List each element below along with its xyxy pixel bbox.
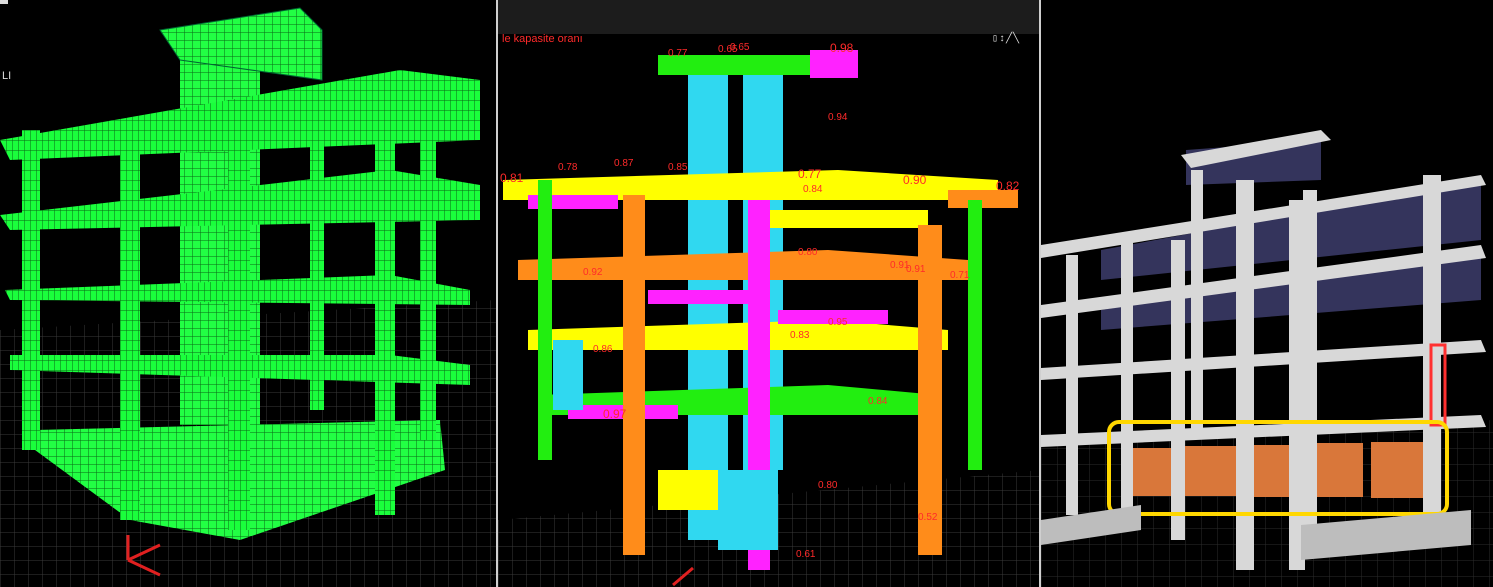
ratio-label: 0.71 bbox=[950, 270, 970, 281]
viewport-titlebar bbox=[498, 0, 1040, 34]
capacity-model-svg: 0.77 0.65 0.65 0.98 0.78 0.87 0.85 0.81 … bbox=[498, 41, 1040, 587]
ratio-label: 0.94 bbox=[828, 112, 848, 123]
ratio-label: 0.92 bbox=[583, 267, 603, 278]
ratio-label: 0.77 bbox=[668, 48, 688, 59]
ratio-label: 0.61 bbox=[796, 549, 816, 560]
right-viewport-render[interactable] bbox=[1041, 0, 1493, 587]
rendered-model-svg bbox=[1041, 130, 1493, 587]
ratio-label: 0.95 bbox=[828, 317, 848, 328]
ratio-label: 0.86 bbox=[593, 344, 613, 355]
ratio-label: 0.91 bbox=[906, 264, 926, 275]
ratio-label: 0.80 bbox=[798, 247, 818, 258]
ratio-label: 0.84 bbox=[803, 184, 823, 195]
core-wall-left bbox=[688, 70, 728, 540]
mesh-model-svg bbox=[0, 7, 496, 587]
view-controls-icons[interactable]: ▯↕╱╲ bbox=[992, 33, 1020, 45]
viewport-corner-label: LI bbox=[2, 70, 12, 82]
ratio-label: 0.80 bbox=[818, 480, 838, 491]
left-viewport-mesh[interactable]: LI bbox=[0, 0, 496, 587]
middle-viewport-capacity[interactable]: le kapasite oranı ▯↕╱╲ 0.77 0.65 0.65 0.… bbox=[498, 0, 1040, 587]
ratio-label: 0.78 bbox=[558, 162, 578, 173]
ratio-label: 0.90 bbox=[903, 173, 927, 187]
ratio-label: 0.84 bbox=[868, 396, 888, 407]
toolbar-fragment bbox=[0, 0, 8, 4]
capacity-ratio-mode-label: le kapasite oranı bbox=[502, 33, 583, 45]
ratio-label: 0.85 bbox=[668, 162, 688, 173]
ratio-label: 0.52 bbox=[918, 512, 938, 523]
ratio-label: 0.81 bbox=[500, 171, 524, 185]
ratio-label: 0.98 bbox=[830, 41, 854, 55]
ratio-label: 0.82 bbox=[996, 179, 1020, 193]
ratio-label: 0.65 bbox=[730, 42, 750, 53]
ratio-label: 0.77 bbox=[798, 167, 822, 181]
ratio-label: 0.97 bbox=[603, 407, 627, 421]
ratio-label: 0.87 bbox=[614, 158, 634, 169]
ratio-label: 0.83 bbox=[790, 330, 810, 341]
